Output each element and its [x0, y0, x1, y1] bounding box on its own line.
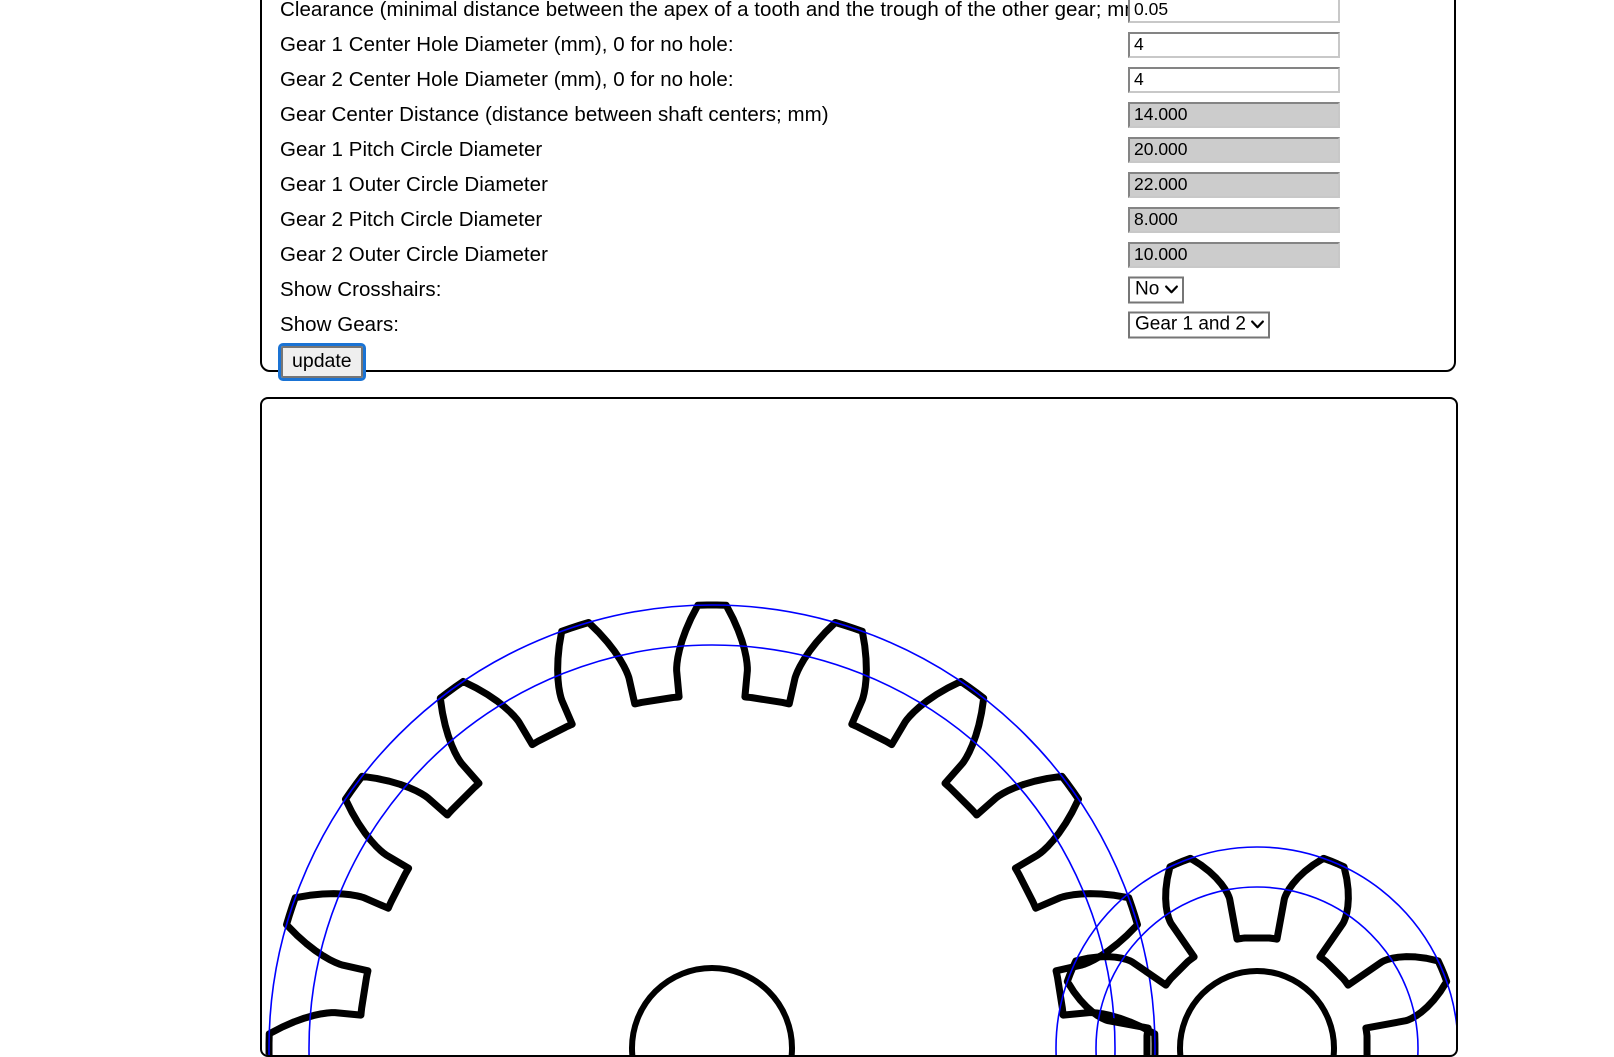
label-gear2-outer-circle-diameter: Gear 2 Outer Circle Diameter — [280, 242, 548, 266]
field-gear2-center-hole-diameter — [1128, 66, 1340, 93]
field-gear1-outer-circle-diameter — [1128, 171, 1340, 198]
row-gear-center-distance: Gear Center Distance (distance between s… — [280, 97, 1440, 132]
gear1-pitch-circle-diameter-output — [1128, 136, 1340, 163]
gear-parameters-panel: Clearance (minimal distance between the … — [260, 0, 1456, 381]
row-gear1-center-hole-diameter: Gear 1 Center Hole Diameter (mm), 0 for … — [280, 27, 1440, 62]
gear-1-outer-circle — [268, 604, 1156, 1055]
row-gear2-center-hole-diameter: Gear 2 Center Hole Diameter (mm), 0 for … — [280, 62, 1440, 97]
gear1-center-hole-diameter-input[interactable] — [1128, 31, 1340, 58]
label-show-gears: Show Gears: — [280, 312, 400, 336]
label-gear2-pitch-circle-diameter: Gear 2 Pitch Circle Diameter — [280, 207, 543, 231]
show-crosshairs-select[interactable]: No — [1128, 276, 1184, 303]
field-clearance — [1128, 0, 1340, 23]
gear-2-center-hole — [1177, 968, 1337, 1055]
field-show-gears: Gear 1 and 2 — [1128, 311, 1270, 338]
field-gear2-pitch-circle-diameter — [1128, 206, 1340, 233]
gear2-outer-circle-diameter-output — [1128, 241, 1340, 268]
update-button[interactable]: update — [278, 343, 366, 381]
row-gear2-outer-circle-diameter: Gear 2 Outer Circle Diameter — [280, 237, 1440, 272]
label-gear2-center-hole-diameter: Gear 2 Center Hole Diameter (mm), 0 for … — [280, 67, 734, 91]
row-show-crosshairs: Show Crosshairs: No — [280, 272, 1440, 307]
row-clearance: Clearance (minimal distance between the … — [280, 0, 1440, 27]
field-gear-center-distance — [1128, 101, 1340, 128]
gear1-outer-circle-diameter-output — [1128, 171, 1340, 198]
label-clearance: Clearance (minimal distance between the … — [280, 0, 1155, 21]
label-gear1-center-hole-diameter: Gear 1 Center Hole Diameter (mm), 0 for … — [280, 32, 734, 56]
row-update: update — [278, 342, 1440, 382]
show-crosshairs-select-wrap: No — [1128, 276, 1184, 303]
show-gears-select[interactable]: Gear 1 and 2 — [1128, 311, 1270, 338]
row-gear1-outer-circle-diameter: Gear 1 Outer Circle Diameter — [280, 167, 1440, 202]
gear-2-group — [1055, 846, 1456, 1055]
gear2-pitch-circle-diameter-output — [1128, 206, 1340, 233]
label-gear1-pitch-circle-diameter: Gear 1 Pitch Circle Diameter — [280, 137, 543, 161]
label-gear-center-distance: Gear Center Distance (distance between s… — [280, 102, 829, 126]
gear-drawing-panel — [260, 397, 1458, 1057]
clearance-input[interactable] — [1128, 0, 1340, 23]
gear-1-tooth-outline — [265, 601, 1159, 1055]
row-gear1-pitch-circle-diameter: Gear 1 Pitch Circle Diameter — [280, 132, 1440, 167]
row-show-gears: Show Gears: Gear 1 and 2 — [280, 307, 1440, 342]
field-gear1-pitch-circle-diameter — [1128, 136, 1340, 163]
label-show-crosshairs: Show Crosshairs: — [280, 277, 442, 301]
row-gear2-pitch-circle-diameter: Gear 2 Pitch Circle Diameter — [280, 202, 1440, 237]
gear-center-distance-output — [1128, 101, 1340, 128]
label-gear1-outer-circle-diameter: Gear 1 Outer Circle Diameter — [280, 172, 548, 196]
field-gear2-outer-circle-diameter — [1128, 241, 1340, 268]
field-gear1-center-hole-diameter — [1128, 31, 1340, 58]
gear-1-group — [265, 601, 1159, 1055]
parameter-form: Clearance (minimal distance between the … — [278, 0, 1440, 382]
gear-drawing — [265, 601, 1456, 1055]
show-gears-select-wrap: Gear 1 and 2 — [1128, 311, 1270, 338]
field-show-crosshairs: No — [1128, 276, 1184, 303]
gear2-center-hole-diameter-input[interactable] — [1128, 66, 1340, 93]
